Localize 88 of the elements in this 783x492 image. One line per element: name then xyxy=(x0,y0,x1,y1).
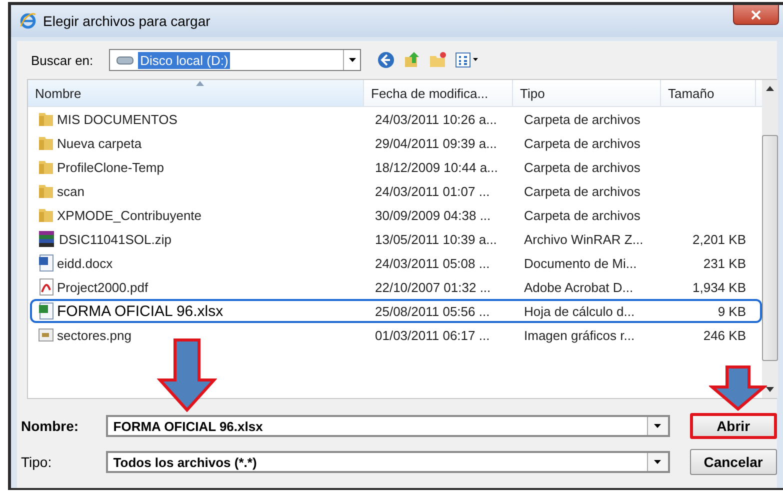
file-type: Carpeta de archivos xyxy=(524,136,640,150)
file-row[interactable]: MIS DOCUMENTOS 24/03/2011 10:26 a... Carpeta de archivos xyxy=(30,107,762,131)
column-header[interactable]: Tipo xyxy=(513,80,661,106)
file-name: ProfileClone-Temp xyxy=(57,160,164,174)
drive-icon xyxy=(116,55,134,65)
folder-icon xyxy=(38,111,54,127)
file-row[interactable]: sectores.png 01/03/2011 06:17 ... Imagen gráficos r... 246 KB xyxy=(30,323,762,347)
file-type: Hoja de cálculo d... xyxy=(524,304,635,318)
file-size: 246 KB xyxy=(703,328,746,342)
folder-icon xyxy=(38,159,54,175)
caret-icon xyxy=(654,424,662,428)
caret-icon xyxy=(348,58,356,62)
modified-date: 24/03/2011 01:07 ... xyxy=(375,184,490,198)
modified-date: 01/03/2011 06:17 ... xyxy=(375,328,490,342)
file-row[interactable]: XPMODE_Contribuyente 30/09/2009 04:38 ... Carpeta de archivos xyxy=(30,203,762,227)
modified-date: 24/03/2011 05:08 ... xyxy=(375,256,490,270)
scroll-up-icon[interactable] xyxy=(766,86,774,91)
file-size: 9 KB xyxy=(718,304,746,318)
look-in-label: Buscar en: xyxy=(31,52,94,68)
file-row[interactable]: eidd.docx 24/03/2011 05:08 ... Documento de Mi... 231 KB xyxy=(30,251,762,275)
file-name: DSIC11041SOL.zip xyxy=(59,232,172,246)
file-name-field[interactable]: FORMA OFICIAL 96.xlsx xyxy=(106,415,670,437)
location-value: Disco local (D:) xyxy=(138,52,230,68)
back-icon[interactable] xyxy=(377,51,396,69)
folder-icon xyxy=(38,183,54,199)
down-arrow xyxy=(709,365,767,411)
file-name: scan xyxy=(57,184,84,198)
new-folder-icon[interactable] xyxy=(429,51,448,69)
file-name: MIS DOCUMENTOS xyxy=(57,112,178,126)
field-value: Todos los archivos (*.*) xyxy=(113,454,257,470)
folder-icon xyxy=(38,207,54,223)
field-label: Nombre: xyxy=(21,418,80,434)
file-size: 231 KB xyxy=(703,256,746,270)
file-name: Project2000.pdf xyxy=(57,280,148,294)
file-name: FORMA OFICIAL 96.xlsx xyxy=(57,302,224,320)
browser-icon xyxy=(19,12,37,30)
document-icon xyxy=(38,254,54,272)
modified-date: 22/10/2007 01:32 ... xyxy=(375,280,491,294)
pdf-icon xyxy=(38,278,54,296)
file-name: XPMODE_Contribuyente xyxy=(57,208,202,222)
modified-date: 29/04/2011 09:39 a... xyxy=(375,136,497,150)
close-button[interactable] xyxy=(733,5,779,25)
field-label: Tipo: xyxy=(21,454,53,470)
column-header[interactable]: Nombre xyxy=(28,80,364,106)
spreadsheet-icon xyxy=(38,302,54,320)
file-row[interactable]: Project2000.pdf 22/10/2007 01:32 ... Adobe Acrobat D... 1,934 KB xyxy=(30,275,762,299)
file-row[interactable]: scan 24/03/2011 01:07 ... Carpeta de archivos xyxy=(30,179,762,203)
dropdown-button[interactable] xyxy=(646,453,668,471)
file-type: Carpeta de archivos xyxy=(524,208,640,222)
cancel-button[interactable]: Cancelar xyxy=(690,449,777,475)
field-value: FORMA OFICIAL 96.xlsx xyxy=(113,418,263,434)
file-row[interactable]: DSIC11041SOL.zip 13/05/2011 10:39 a... Archivo WinRAR Z... 2,201 KB xyxy=(30,227,762,251)
modified-date: 13/05/2011 10:39 a... xyxy=(375,232,497,246)
file-type: Documento de Mi... xyxy=(524,256,637,270)
open-button[interactable]: Abrir xyxy=(690,413,777,439)
file-name: Nueva carpeta xyxy=(57,136,142,150)
modified-date: 24/03/2011 10:26 a... xyxy=(375,112,497,126)
image-icon xyxy=(38,327,54,343)
scrollbar[interactable] xyxy=(762,80,778,398)
close-icon xyxy=(751,10,761,20)
view-menu-icon[interactable] xyxy=(455,52,480,68)
dropdown-button[interactable] xyxy=(646,417,668,435)
column-header[interactable]: Fecha de modifica... xyxy=(364,80,513,106)
file-row[interactable]: ProfileClone-Temp 18/12/2009 10:44 a... Carpeta de archivos xyxy=(30,155,762,179)
file-name: sectores.png xyxy=(57,328,132,342)
file-size: 1,934 KB xyxy=(692,280,746,294)
file-type: Carpeta de archivos xyxy=(524,112,640,126)
scroll-thumb[interactable] xyxy=(762,135,778,361)
window-title: Elegir archivos para cargar xyxy=(43,13,210,29)
file-type-dropdown[interactable]: Todos los archivos (*.*) xyxy=(106,451,670,473)
scroll-down-icon[interactable] xyxy=(766,387,774,392)
file-size: 2,201 KB xyxy=(692,232,746,246)
file-row[interactable]: FORMA OFICIAL 96.xlsx 25/08/2011 05:56 ... Hoja de cálculo d... 9 KB xyxy=(30,299,762,323)
file-name: eidd.docx xyxy=(57,256,113,270)
modified-date: 18/12/2009 10:44 a... xyxy=(375,160,498,174)
file-type: Carpeta de archivos xyxy=(524,184,640,198)
folder-icon xyxy=(38,135,54,151)
file-row[interactable]: Nueva carpeta 29/04/2011 09:39 a... Carpeta de archivos xyxy=(30,131,762,155)
modified-date: 30/09/2009 04:38 ... xyxy=(375,208,491,222)
file-type: Carpeta de archivos xyxy=(524,160,640,174)
file-type: Adobe Acrobat D... xyxy=(524,280,634,294)
modified-date: 25/08/2011 05:56 ... xyxy=(375,304,490,318)
archive-icon xyxy=(38,230,56,248)
location-dropdown[interactable]: Disco local (D:) xyxy=(109,49,362,71)
column-header[interactable]: Tamaño xyxy=(661,80,756,106)
file-type: Imagen gráficos r... xyxy=(524,328,635,342)
file-type: Archivo WinRAR Z... xyxy=(524,232,644,246)
caret-icon xyxy=(654,460,662,464)
